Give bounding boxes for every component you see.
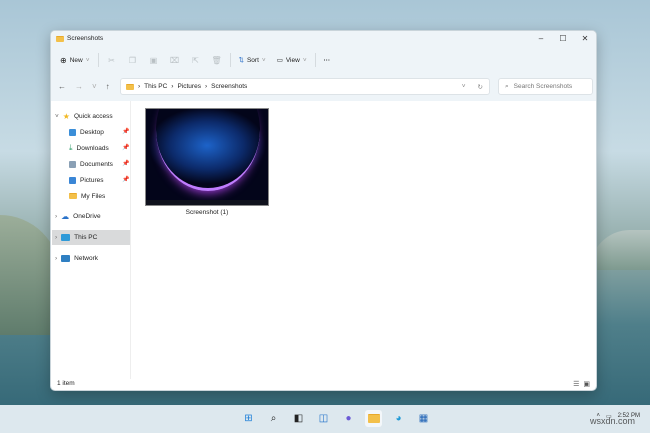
search-input[interactable]: ⌕ Search Screenshots	[498, 78, 593, 95]
recent-chevron-icon[interactable]: ˅	[92, 82, 97, 91]
windows-icon: ⊞	[244, 413, 253, 424]
pin-icon: 📌	[122, 145, 130, 151]
chevron-right-icon: ›	[55, 212, 58, 220]
file-item[interactable]: Screenshot (1)	[145, 108, 269, 216]
copy-button[interactable]: ❐	[125, 56, 141, 65]
address-bar[interactable]: › This PC › Pictures › Screenshots ˅ ↻	[120, 78, 490, 95]
delete-button[interactable]: 🗑	[209, 56, 225, 65]
edge-icon: ◕	[395, 413, 402, 424]
sidebar-item-desktop[interactable]: Desktop	[69, 125, 104, 139]
file-name: Screenshot (1)	[185, 209, 229, 216]
tiles-view-icon[interactable]: ▣	[583, 380, 590, 388]
refresh-icon[interactable]: ↻	[478, 83, 483, 91]
chevron-right-icon: ›	[55, 234, 58, 241]
paste-icon: ▣	[149, 55, 158, 65]
widgets-icon: ◫	[318, 413, 329, 424]
chevron-down-icon: ˅	[85, 56, 90, 64]
divider	[229, 53, 231, 67]
pin-icon: 📌	[122, 129, 130, 135]
sidebar-item-onedrive[interactable]: › ☁ OneDrive	[55, 209, 101, 223]
folder-icon	[69, 193, 77, 199]
sidebar-item-pictures[interactable]: Pictures	[69, 173, 103, 187]
new-button[interactable]: ⊕ New ˅	[57, 56, 93, 65]
watermark: wsxdn.com	[589, 416, 635, 426]
pictures-icon	[69, 176, 76, 184]
pin-icon: 📌	[122, 177, 130, 183]
star-icon: ★	[62, 111, 70, 121]
window-title: Screenshots	[67, 35, 104, 42]
back-arrow-icon[interactable]: ←	[58, 82, 66, 91]
breadcrumb-pictures[interactable]: Pictures	[177, 83, 200, 90]
file-explorer-window: Screenshots – ☐ ✕ ⊕ New ˅ ✂ ❐ ▣ ⌧ ⇱ 🗑 ⇅ Sor…	[50, 30, 597, 391]
maximize-button[interactable]: ☐	[552, 31, 574, 46]
computer-icon	[61, 234, 71, 241]
sidebar-item-quick-access[interactable]: ˅ ★ Quick access	[55, 109, 113, 123]
sort-icon: ⇅	[238, 57, 244, 64]
documents-icon	[69, 160, 76, 168]
sidebar-item-my-files[interactable]: My Files	[69, 189, 105, 203]
search-button[interactable]: ⌕	[265, 410, 282, 427]
rename-icon: ⌧	[169, 55, 180, 65]
store-button[interactable]: ▦	[415, 410, 432, 427]
wallpaper-hill	[590, 230, 650, 270]
divider	[97, 53, 99, 67]
share-icon: ⇱	[192, 55, 199, 65]
sidebar-item-documents[interactable]: Documents	[69, 157, 113, 171]
wallpaper-arc	[156, 109, 260, 191]
sort-button[interactable]: ⇅ Sort ˅	[236, 56, 269, 65]
folder-icon	[126, 83, 134, 90]
view-icon: ▭	[276, 57, 283, 64]
chevron-down-icon: ˅	[261, 56, 266, 64]
close-button[interactable]: ✕	[574, 31, 596, 46]
divider	[314, 53, 316, 67]
share-button[interactable]: ⇱	[188, 56, 204, 65]
pin-icon: 📌	[122, 161, 130, 167]
more-options-button[interactable]: ···	[321, 57, 334, 64]
taskbar: ⊞ ⌕ ◧ ◫ ● ◕ ▦ ˄ ▭ 2:52 PM	[0, 405, 650, 433]
thumbnail-taskbar	[146, 200, 268, 205]
copy-icon: ❐	[128, 55, 137, 65]
cloud-icon: ☁	[61, 211, 70, 221]
folder-icon	[56, 35, 64, 42]
rename-button[interactable]: ⌧	[167, 56, 183, 65]
widgets-button[interactable]: ◫	[315, 410, 332, 427]
chevron-down-icon[interactable]: ˅	[462, 83, 466, 91]
forward-arrow-icon[interactable]: →	[75, 82, 83, 91]
chevron-down-icon: ˅	[302, 56, 307, 64]
chat-icon: ●	[345, 413, 352, 424]
minimize-button[interactable]: –	[530, 31, 552, 46]
edge-button[interactable]: ◕	[390, 410, 407, 427]
view-button[interactable]: ▭ View ˅	[274, 56, 310, 65]
store-icon: ▦	[418, 413, 429, 424]
desktop-icon	[69, 128, 76, 136]
chevron-down-icon: ˅	[55, 112, 59, 120]
start-button[interactable]: ⊞	[240, 410, 257, 427]
title-bar: Screenshots	[56, 35, 103, 42]
paste-button[interactable]: ▣	[146, 56, 162, 65]
download-icon: ⤓	[69, 143, 73, 152]
breadcrumb-screenshots[interactable]: Screenshots	[211, 83, 247, 90]
scissors-icon: ✂	[108, 55, 115, 65]
details-view-icon[interactable]: ☰	[573, 380, 579, 388]
file-explorer-button[interactable]	[365, 410, 382, 427]
task-view-icon: ◧	[293, 413, 304, 424]
network-icon	[61, 254, 71, 262]
sidebar-item-downloads[interactable]: ⤓ Downloads	[69, 141, 109, 155]
search-icon: ⌕	[270, 413, 277, 424]
navigation-pane: ˅ ★ Quick access Desktop 📌 ⤓ Downloads 📌 Do…	[51, 101, 131, 379]
status-item-count: 1 item	[57, 380, 75, 387]
cut-button[interactable]: ✂	[104, 56, 120, 65]
task-view-button[interactable]: ◧	[290, 410, 307, 427]
sidebar-item-network[interactable]: › Network	[55, 251, 98, 265]
chevron-right-icon: ›	[55, 254, 58, 262]
folder-icon	[367, 414, 380, 423]
chat-button[interactable]: ●	[340, 410, 357, 427]
breadcrumb-this-pc[interactable]: This PC	[144, 83, 167, 90]
sidebar-item-this-pc[interactable]: › This PC	[52, 230, 130, 245]
plus-circle-icon: ⊕	[60, 55, 67, 65]
search-icon: ⌕	[505, 82, 509, 90]
trash-icon: 🗑	[211, 55, 222, 65]
up-arrow-icon[interactable]: ↑	[106, 82, 110, 91]
screenshot-thumbnail	[145, 108, 269, 206]
